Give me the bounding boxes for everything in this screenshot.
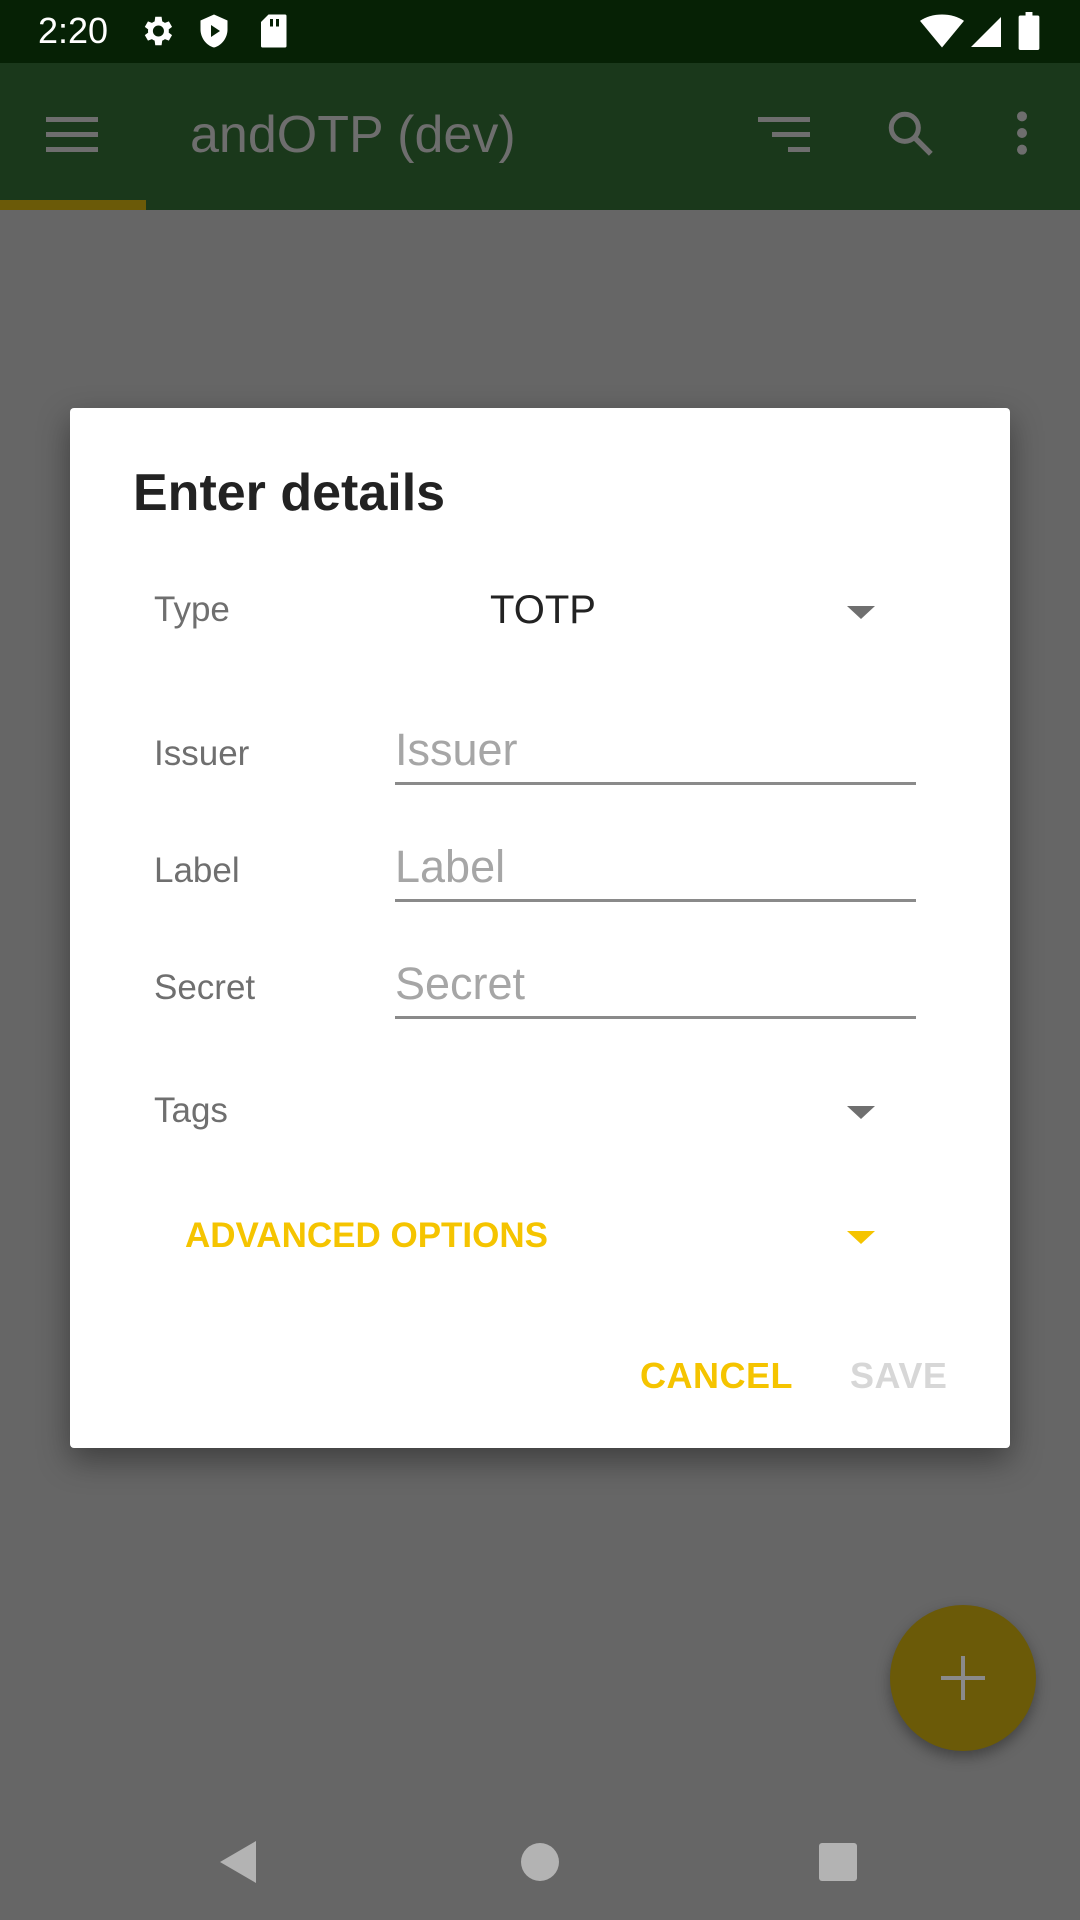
navigation-bar — [0, 1815, 1080, 1920]
menu-icon[interactable] — [46, 115, 98, 160]
issuer-field — [395, 718, 916, 785]
tags-dropdown-arrow-icon[interactable] — [847, 1104, 875, 1125]
add-fab-button[interactable] — [890, 1605, 1036, 1751]
plus-icon — [941, 1656, 985, 1700]
status-time: 2:20 — [38, 10, 109, 51]
enter-details-dialog: Enter details Type TOTP Issuer Label Sec… — [70, 408, 1010, 1448]
tab-indicator — [0, 200, 146, 210]
advanced-options-toggle[interactable]: ADVANCED OPTIONS — [185, 1216, 548, 1256]
issuer-label: Issuer — [154, 734, 250, 773]
battery-icon — [1018, 12, 1040, 55]
gear-icon — [138, 12, 176, 55]
search-icon[interactable] — [885, 108, 935, 163]
label-field — [395, 835, 916, 902]
type-label: Type — [154, 590, 230, 629]
home-icon[interactable] — [518, 1840, 562, 1889]
cancel-button[interactable]: CANCEL — [640, 1355, 793, 1397]
tags-label: Tags — [154, 1091, 228, 1130]
wifi-icon — [920, 14, 964, 53]
status-bar: 2:20 — [0, 0, 1080, 63]
recents-icon[interactable] — [816, 1840, 860, 1889]
secret-label: Secret — [154, 968, 256, 1007]
shield-play-icon — [196, 12, 232, 55]
advanced-options-arrow-icon[interactable] — [847, 1229, 875, 1250]
type-select[interactable]: TOTP — [490, 588, 596, 633]
sd-card-icon — [258, 12, 288, 55]
app-bar: andOTP (dev) — [0, 63, 1080, 210]
dialog-title: Enter details — [133, 464, 446, 522]
secret-input[interactable] — [395, 952, 916, 1016]
more-vert-icon[interactable] — [1005, 108, 1039, 163]
secret-field — [395, 952, 916, 1019]
save-button[interactable]: SAVE — [850, 1355, 947, 1397]
sort-icon[interactable] — [758, 115, 810, 160]
type-dropdown-arrow-icon[interactable] — [847, 604, 875, 625]
signal-icon — [968, 14, 1004, 55]
back-icon[interactable] — [216, 1837, 260, 1892]
label-input[interactable] — [395, 835, 916, 899]
app-title: andOTP (dev) — [190, 106, 516, 164]
issuer-input[interactable] — [395, 718, 916, 782]
label-label: Label — [154, 851, 240, 890]
